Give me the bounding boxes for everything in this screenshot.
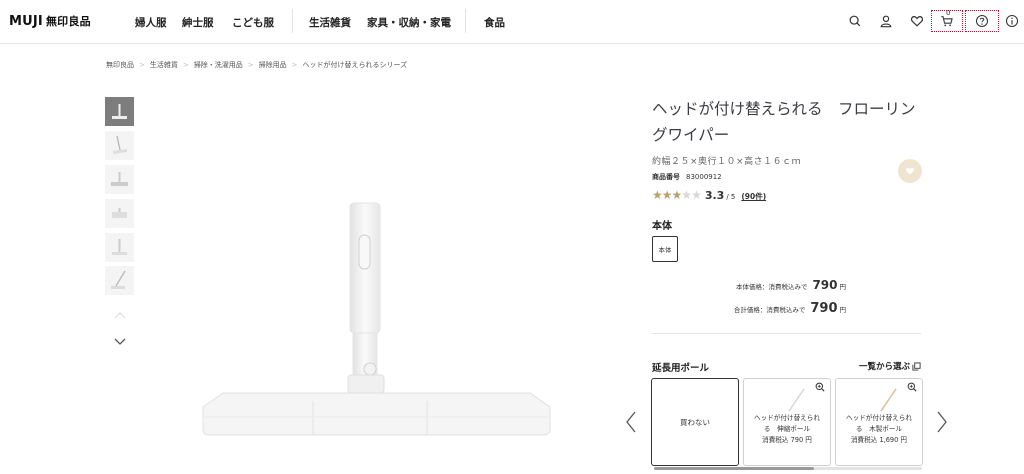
rating-max: / 5 xyxy=(726,193,736,201)
price-currency: 円 xyxy=(839,283,847,291)
select-from-list-label: 一覧から選ぶ xyxy=(859,362,911,372)
breadcrumb-item[interactable]: 無印良品 xyxy=(106,60,134,70)
thumbnails-down-arrow-icon[interactable] xyxy=(113,336,127,346)
breadcrumb-item[interactable]: 掃除・洗濯用品 xyxy=(194,60,243,70)
option-card-text: ヘッドが付け替えられ る 木製ポール 消費税込 1,690 円 xyxy=(838,413,920,446)
logo-jp: 無印良品 xyxy=(45,15,91,28)
chevron-right-icon: > xyxy=(247,61,254,69)
option-card-price: 消費税込 790 円 xyxy=(762,436,812,444)
muji-logo[interactable]: MUJI 無印良品 xyxy=(9,13,91,29)
option-card-telescopic-pole[interactable]: ヘッドが付け替えられ る 伸縮ポール 消費税込 790 円 xyxy=(743,378,831,466)
cart-icon[interactable]: 0 xyxy=(931,9,963,32)
rating-score: 3.3 xyxy=(704,189,725,202)
nav-womens[interactable]: 婦人服 xyxy=(135,15,167,30)
product-code-value: 83000912 xyxy=(686,173,722,181)
star-icon: ★ xyxy=(661,188,673,202)
pole-image xyxy=(880,388,897,412)
breadcrumb-item[interactable]: 生活雑貨 xyxy=(150,60,178,70)
option-card-label: 買わない xyxy=(680,417,710,427)
divider xyxy=(652,333,921,334)
variant-heading: 本体 xyxy=(652,221,672,232)
thumbnail-6[interactable] xyxy=(105,266,134,295)
product-code: 商品番号 83000912 xyxy=(652,172,722,182)
nav-furniture[interactable]: 家具・収納・家電 xyxy=(367,15,451,30)
total-price-currency: 円 xyxy=(839,306,847,314)
thumbnail-3[interactable] xyxy=(105,165,134,194)
chevron-right-icon: > xyxy=(182,61,189,69)
info-icon[interactable] xyxy=(1003,12,1021,30)
rating-stars: ★★★★★ xyxy=(652,188,702,202)
total-price-label: 合計価格：消費税込みで xyxy=(733,306,806,314)
breadcrumb-item[interactable]: 掃除用品 xyxy=(259,60,287,70)
variant-option[interactable]: 本体 xyxy=(652,236,678,262)
option-card-wooden-pole[interactable]: ヘッドが付け替えられ る 木製ポール 消費税込 1,690 円 xyxy=(835,378,923,466)
product-code-label: 商品番号 xyxy=(652,173,680,181)
total-price-row: 合計価格：消費税込みで 790 円 xyxy=(734,301,846,316)
total-price-value: 790 xyxy=(810,301,838,316)
carousel-scrollbar[interactable] xyxy=(654,467,922,470)
thumbnails-up-arrow-icon[interactable] xyxy=(113,311,127,321)
option-card-none[interactable]: 買わない xyxy=(651,378,739,466)
nav-mens[interactable]: 紳士服 xyxy=(182,15,214,30)
option-card-name: る 木製ポール xyxy=(855,425,903,433)
nav-kids[interactable]: こども服 xyxy=(232,15,274,30)
account-icon[interactable] xyxy=(877,12,895,30)
pole-image xyxy=(788,388,805,412)
star-icon: ★ xyxy=(681,188,692,202)
thumbnail-2[interactable] xyxy=(105,131,134,160)
thumbnail-4[interactable] xyxy=(105,199,134,228)
option-card-name: ヘッドが付け替えられ xyxy=(846,414,912,422)
logo-en: MUJI xyxy=(9,14,43,29)
product-title: ヘッドが付け替えられる フローリングワイパー xyxy=(652,100,916,144)
cart-count: 0 xyxy=(946,9,951,17)
nav-divider xyxy=(465,9,466,33)
price-label: 本体価格：消費税込みで xyxy=(735,283,808,291)
thumbnail-1[interactable] xyxy=(105,97,134,126)
breadcrumb: 無印良品 > 生活雑貨 > 掃除・洗濯用品 > 掃除用品 > ヘッドが付け替えられるシリ… xyxy=(106,60,407,70)
select-from-list-link[interactable]: 一覧から選ぶ xyxy=(859,360,921,372)
help-icon[interactable] xyxy=(965,10,999,32)
star-icon: ★ xyxy=(652,188,663,202)
star-icon: ★ xyxy=(671,188,683,202)
chevron-right-icon: > xyxy=(139,61,145,69)
product-size: 約幅２５×奥行１０×高さ１６ｃｍ xyxy=(652,157,802,167)
breadcrumb-item[interactable]: ヘッドが付け替えられるシリーズ xyxy=(303,60,408,70)
zoom-icon[interactable] xyxy=(815,382,825,392)
nav-household[interactable]: 生活雑貨 xyxy=(309,15,351,30)
nav-divider xyxy=(292,9,293,33)
star-icon: ★ xyxy=(691,188,702,202)
carousel-prev-arrow-icon[interactable] xyxy=(624,410,638,434)
option-card-price: 消費税込 1,690 円 xyxy=(850,436,908,444)
carousel-scrollbar-thumb[interactable] xyxy=(654,467,814,470)
carousel-next-arrow-icon[interactable] xyxy=(935,410,949,434)
price-row: 本体価格：消費税込みで 790 円 xyxy=(736,278,846,292)
favorite-button[interactable] xyxy=(898,159,922,183)
search-icon[interactable] xyxy=(846,12,864,30)
zoom-icon[interactable] xyxy=(907,382,917,392)
list-window-icon xyxy=(912,361,921,371)
chevron-right-icon: > xyxy=(291,61,298,69)
price-value: 790 xyxy=(812,278,838,292)
site-header: MUJI 無印良品 婦人服 紳士服 こども服 生活雑貨 家具・収納・家電 食品 0 xyxy=(0,0,1024,44)
favorites-heart-icon[interactable] xyxy=(908,12,926,30)
heart-icon xyxy=(906,167,914,175)
option-card-text: ヘッドが付け替えられ る 伸縮ポール 消費税込 790 円 xyxy=(746,413,828,446)
product-main-image xyxy=(202,202,551,436)
product-rating: ★★★★★ 3.3 / 5 (90件) xyxy=(652,188,766,202)
thumbnail-5[interactable] xyxy=(105,233,134,262)
review-count-link[interactable]: (90件) xyxy=(741,191,766,202)
option-card-name: る 伸縮ポール xyxy=(763,425,811,433)
nav-food[interactable]: 食品 xyxy=(484,15,505,30)
extension-pole-heading: 延長用ポール xyxy=(652,363,710,374)
option-card-name: ヘッドが付け替えられ xyxy=(754,414,820,422)
